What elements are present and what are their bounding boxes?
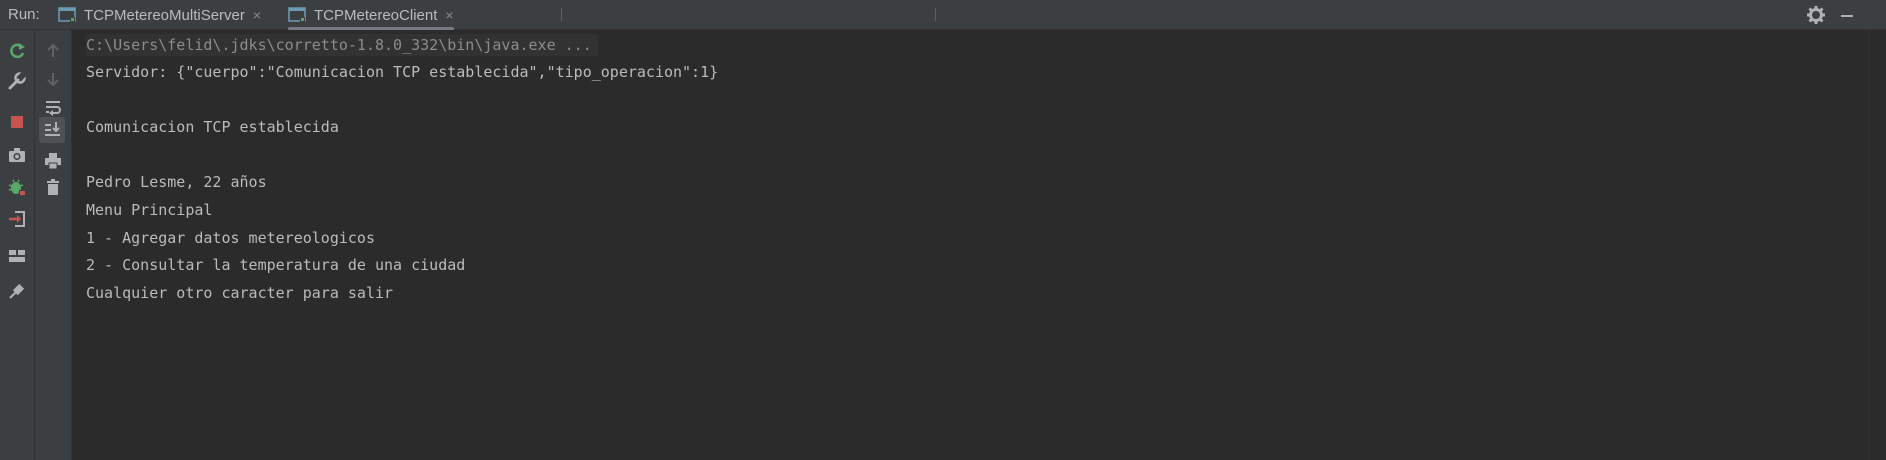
trash-icon[interactable]	[42, 176, 64, 198]
debug-bug-icon[interactable]	[6, 176, 28, 198]
close-icon[interactable]: ×	[445, 7, 453, 23]
layout-icon[interactable]	[6, 245, 28, 267]
console-line: Comunicacion TCP establecida	[86, 118, 339, 136]
console-line: Menu Principal	[86, 201, 213, 219]
wrench-icon[interactable]	[6, 70, 28, 92]
minimize-icon[interactable]	[1837, 5, 1857, 25]
run-actions-toolbar	[0, 30, 35, 460]
camera-icon[interactable]	[6, 144, 28, 166]
divider	[561, 8, 562, 21]
tab-label: TCPMetereoMultiServer	[84, 6, 245, 24]
tab-tcpmetereoclient[interactable]: TCPMetereoClient ×	[288, 0, 454, 31]
pin-icon[interactable]	[6, 280, 28, 302]
run-tool-window-header: Run: TCPMetereoMultiServer × TCPMetereoC…	[0, 0, 1886, 31]
exit-icon[interactable]	[6, 208, 28, 230]
tab-label: TCPMetereoClient	[314, 6, 438, 24]
arrow-down-icon[interactable]	[42, 68, 64, 90]
console-actions-toolbar	[35, 30, 72, 460]
console-line: Cualquier otro caracter para salir	[86, 284, 394, 302]
console-output[interactable]: C:\Users\felid\.jdks\corretto-1.8.0_332\…	[72, 30, 1868, 460]
run-config-icon	[288, 7, 308, 23]
stop-icon[interactable]	[6, 111, 28, 133]
divider	[935, 8, 936, 21]
console-line: Pedro Lesme, 22 años	[86, 173, 267, 191]
console-command-line[interactable]: C:\Users\felid\.jdks\corretto-1.8.0_332\…	[86, 34, 598, 56]
close-icon[interactable]: ×	[253, 7, 261, 23]
tab-tcpmetereomultiserver[interactable]: TCPMetereoMultiServer ×	[58, 0, 261, 30]
rerun-icon[interactable]	[6, 40, 28, 62]
print-icon[interactable]	[42, 150, 64, 172]
scroll-to-end-icon[interactable]	[39, 117, 65, 143]
console-line: Servidor: {"cuerpo":"Comunicacion TCP es…	[86, 63, 719, 81]
console-line: 1 - Agregar datos metereologicos	[86, 229, 375, 247]
soft-wrap-icon[interactable]	[42, 96, 64, 118]
console-line: 2 - Consultar la temperatura de una ciud…	[86, 256, 466, 274]
run-config-icon	[58, 7, 78, 23]
run-label: Run:	[8, 6, 40, 23]
vertical-scrollbar[interactable]	[1868, 30, 1886, 460]
arrow-up-icon[interactable]	[42, 40, 64, 62]
gear-icon[interactable]	[1806, 5, 1826, 25]
